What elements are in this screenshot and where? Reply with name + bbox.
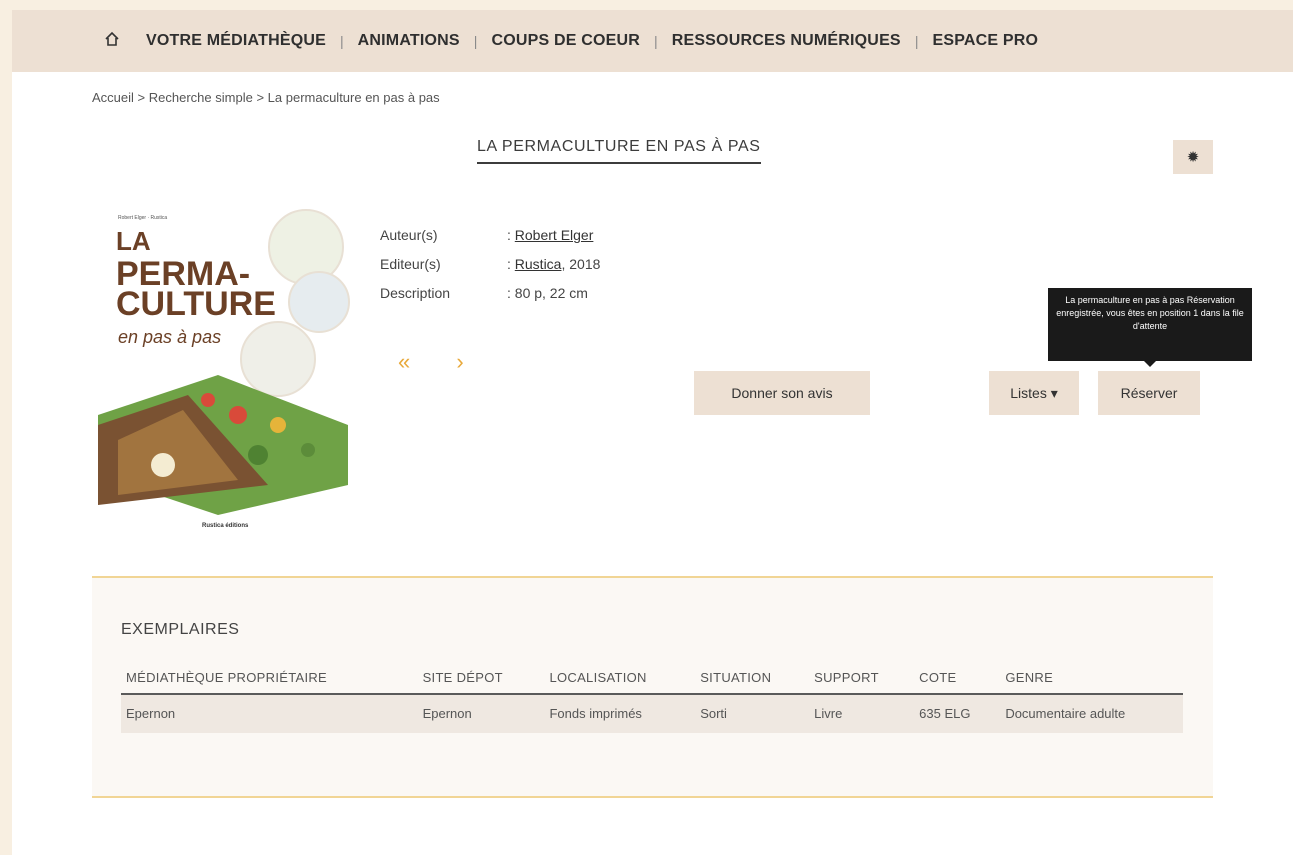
nav-item-animations[interactable]: ANIMATIONS	[358, 32, 460, 50]
nav-separator: |	[340, 33, 344, 49]
next-record-icon[interactable]: ›	[456, 349, 463, 374]
column-header: COTE	[914, 664, 1001, 695]
description-value: 80 p, 22 cm	[514, 285, 588, 301]
nav-item-coups-de-coeur[interactable]: COUPS DE COEUR	[491, 32, 640, 50]
column-header: SUPPORT	[809, 664, 915, 695]
lists-dropdown-button[interactable]: Listes ▾	[989, 371, 1079, 415]
table-cell: Livre	[809, 694, 915, 733]
exemplaires-heading: EXEMPLAIRES	[121, 621, 240, 638]
garden-illustration	[98, 375, 348, 515]
publisher-link[interactable]: Rustica	[515, 256, 562, 272]
table-header-row: MÉDIATHÈQUE PROPRIÉTAIRE SITE DÉPOT LOCA…	[121, 664, 1183, 695]
nav-separator: |	[914, 33, 919, 49]
reservation-tooltip: La permaculture en pas à pas Réservation…	[1048, 288, 1252, 367]
gear-icon: ✹	[1186, 149, 1200, 166]
exemplaires-section: EXEMPLAIRES MÉDIATHÈQUE PROPRIÉTAIRE SIT…	[92, 576, 1213, 798]
home-icon[interactable]	[104, 31, 134, 52]
nav-item-ressources-numeriques[interactable]: RESSOURCES NUMÉRIQUES	[672, 32, 901, 50]
book-cover: Robert Elger · Rustica LA PERMA- CULTURE…	[98, 205, 352, 535]
cover-title-line4: en pas à pas	[118, 327, 222, 347]
publisher-label: Editeur(s)	[380, 256, 441, 272]
reserve-button[interactable]: Réserver	[1098, 371, 1200, 415]
table-cell: Epernon	[417, 694, 545, 733]
table-cell: 635 ELG	[914, 694, 1001, 733]
table-cell: Fonds imprimés	[544, 694, 696, 733]
column-header: SITE DÉPOT	[417, 664, 545, 695]
column-header: LOCALISATION	[544, 664, 696, 695]
page-title: LA PERMACULTURE EN PAS À PAS	[477, 138, 761, 164]
nav-item-espace-pro[interactable]: ESPACE PRO	[932, 32, 1038, 50]
cover-publisher: Rustica éditions	[202, 523, 249, 529]
nav-separator: |	[473, 33, 478, 49]
record-navigation: « ›	[398, 349, 464, 375]
author-link[interactable]: Robert Elger	[515, 227, 594, 243]
breadcrumb-separator: >	[137, 90, 146, 105]
cover-title-line2: PERMA- CULTURE	[116, 255, 276, 323]
column-header: GENRE	[1000, 664, 1183, 695]
nav-separator: |	[654, 33, 658, 49]
description-label: Description	[380, 285, 451, 301]
breadcrumb: Accueil > Recherche simple > La permacul…	[92, 90, 440, 105]
settings-button[interactable]: ✹	[1173, 140, 1213, 174]
main-nav: VOTRE MÉDIATHÈQUE | ANIMATIONS | COUPS D…	[12, 10, 1293, 72]
page: VOTRE MÉDIATHÈQUE | ANIMATIONS | COUPS D…	[12, 10, 1293, 855]
author-label: Auteur(s)	[380, 227, 438, 243]
table-row: Epernon Epernon Fonds imprimés Sorti Liv…	[121, 694, 1183, 733]
column-header: SITUATION	[695, 664, 810, 695]
book-metadata: Auteur(s) : Robert Elger Editeur(s) : Ru…	[380, 227, 600, 314]
table-cell: Documentaire adulte	[1000, 694, 1183, 733]
column-header: MÉDIATHÈQUE PROPRIÉTAIRE	[121, 664, 418, 695]
breadcrumb-current: La permaculture en pas à pas	[267, 90, 440, 105]
give-review-button[interactable]: Donner son avis	[694, 371, 870, 415]
table-cell: Epernon	[121, 694, 418, 733]
breadcrumb-home[interactable]: Accueil	[92, 90, 134, 105]
table-cell: Sorti	[695, 694, 810, 733]
nav-item-mediatheque[interactable]: VOTRE MÉDIATHÈQUE	[146, 32, 326, 50]
breadcrumb-search[interactable]: Recherche simple	[149, 90, 253, 105]
exemplaires-table: MÉDIATHÈQUE PROPRIÉTAIRE SITE DÉPOT LOCA…	[121, 664, 1183, 733]
breadcrumb-separator: >	[256, 90, 265, 105]
cover-author-small: Robert Elger · Rustica	[118, 215, 168, 221]
cover-title-line1: LA	[116, 226, 151, 256]
publication-year: , 2018	[561, 256, 601, 272]
previous-record-icon[interactable]: «	[398, 349, 410, 374]
